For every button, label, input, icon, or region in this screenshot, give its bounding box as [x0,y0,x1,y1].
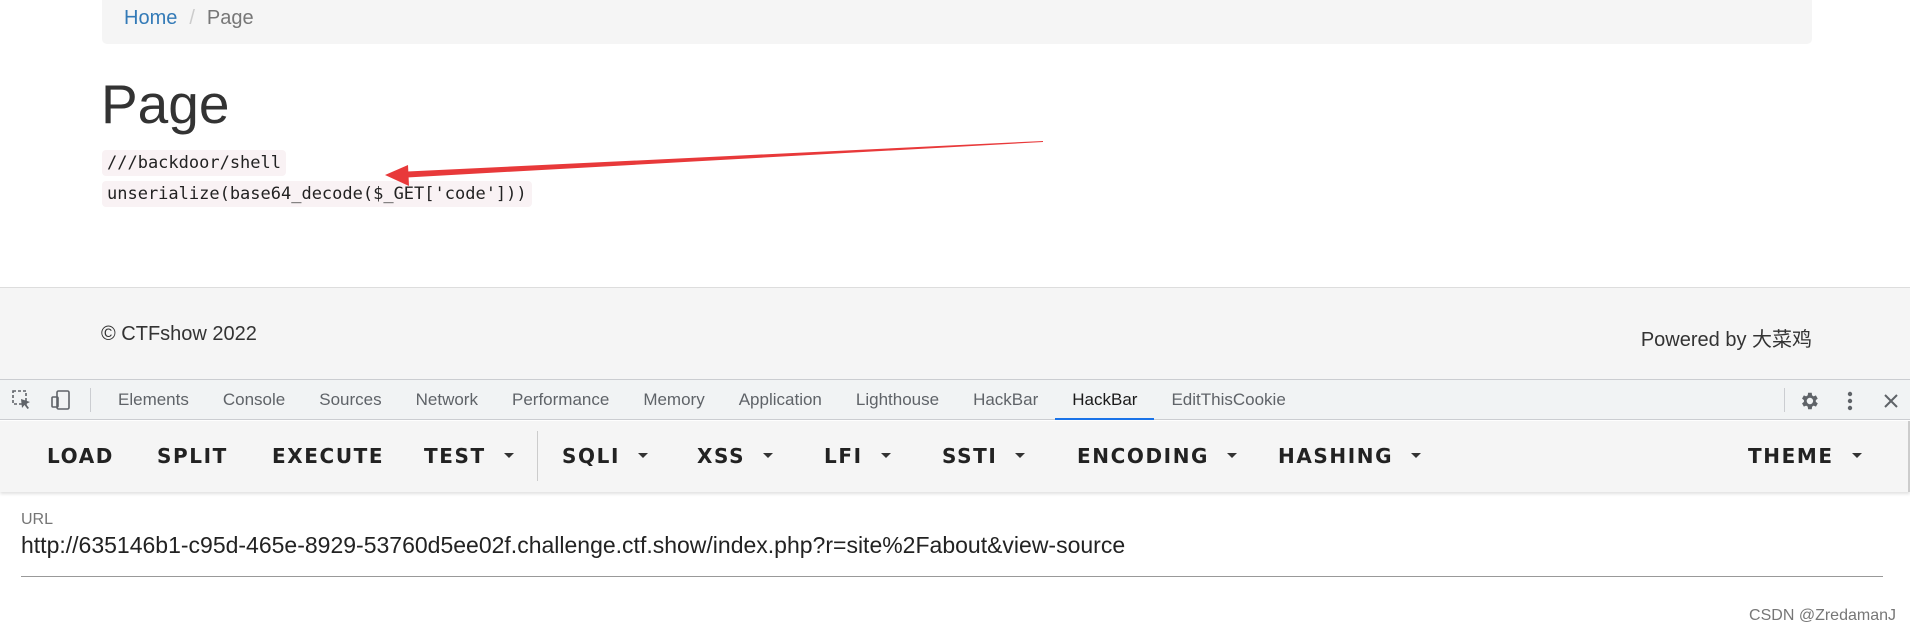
footer: © CTFshow 2022 Powered by 大菜鸡 [0,287,1910,379]
tab-editthiscookie[interactable]: EditThisCookie [1154,380,1302,420]
hashing-dropdown[interactable]: HASHING [1278,421,1422,492]
tab-memory[interactable]: Memory [626,380,721,420]
breadcrumb: Home / Page [102,0,1812,44]
tab-application[interactable]: Application [722,380,839,420]
devtools-tabs: Elements Console Sources Network Perform… [101,380,1303,420]
chevron-down-icon [1015,453,1026,458]
device-toolbar-icon[interactable] [49,388,73,412]
tab-sources[interactable]: Sources [302,380,398,420]
tab-elements[interactable]: Elements [101,380,206,420]
toolbar-divider [537,431,538,481]
more-vertical-icon[interactable] [1837,388,1863,414]
theme-dropdown[interactable]: THEME [1748,421,1862,492]
url-input-underline [21,576,1883,577]
chevron-down-icon [763,453,774,458]
gear-icon[interactable] [1796,388,1822,414]
chevron-down-icon [638,453,648,458]
chevron-down-icon [880,453,891,458]
load-button[interactable]: LOAD [47,421,114,492]
code-block: ///backdoor/shell unserialize(base64_dec… [102,150,532,212]
chevron-down-icon [1411,453,1422,458]
hackbar-toolbar: LOAD SPLIT EXECUTE TEST SQLI XSS LFI SST… [0,421,1910,492]
test-dropdown[interactable]: TEST [424,421,514,492]
xss-dropdown[interactable]: XSS [697,421,774,492]
devtools-separator [90,388,91,412]
devtools-tabbar: Elements Console Sources Network Perform… [0,380,1910,420]
url-label: URL [21,511,54,528]
lfi-dropdown[interactable]: LFI [824,421,891,492]
tab-performance[interactable]: Performance [495,380,626,420]
devtools-separator-right [1784,388,1785,412]
page-title: Page [101,73,230,135]
encoding-dropdown[interactable]: ENCODING [1077,421,1238,492]
url-input[interactable]: http://635146b1-c95d-465e-8929-53760d5ee… [21,532,1125,559]
code-line-unserialize: unserialize(base64_decode($_GET['code'])… [102,181,532,207]
split-button[interactable]: SPLIT [157,421,228,492]
code-line-comment: ///backdoor/shell [102,150,286,176]
footer-copyright: © CTFshow 2022 [101,323,257,345]
breadcrumb-current: Page [206,7,254,29]
chevron-down-icon [503,453,514,458]
watermark: CSDN @ZredamanJ [1749,607,1896,624]
tab-network[interactable]: Network [399,380,495,420]
footer-powered-by: Powered by 大菜鸡 [1640,329,1812,351]
tab-hackbar-1[interactable]: HackBar [956,380,1055,420]
inspect-element-icon[interactable] [10,388,34,412]
tab-lighthouse[interactable]: Lighthouse [839,380,956,420]
ssti-dropdown[interactable]: SSTI [942,421,1026,492]
tab-hackbar-2[interactable]: HackBar [1055,380,1155,420]
devtools-panel: Elements Console Sources Network Perform… [0,379,1910,633]
breadcrumb-home-link[interactable]: Home [124,7,177,29]
close-icon[interactable] [1878,388,1904,414]
chevron-down-icon [1227,453,1238,458]
chevron-down-icon [1851,453,1862,458]
execute-button[interactable]: EXECUTE [272,421,384,492]
breadcrumb-separator: / [189,7,195,29]
tab-console[interactable]: Console [206,380,302,420]
sqli-dropdown[interactable]: SQLI [562,421,648,492]
